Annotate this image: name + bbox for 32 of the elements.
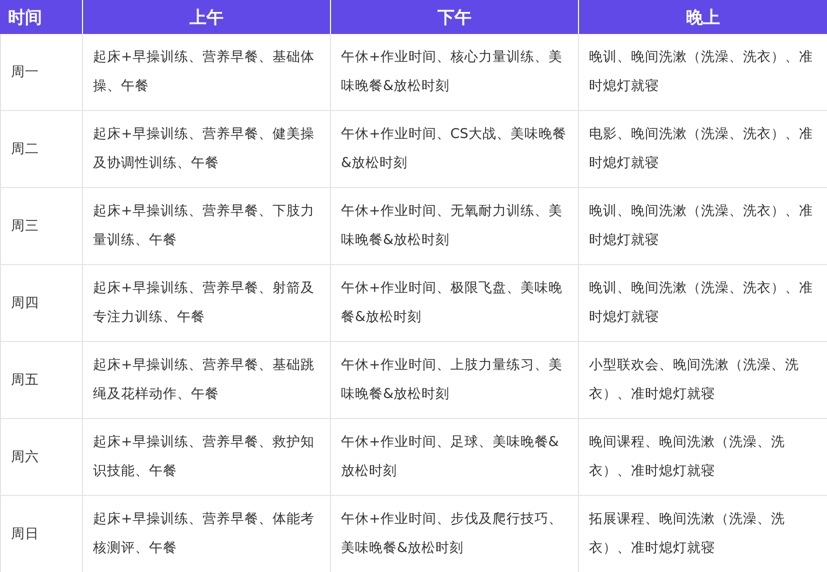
table-cell: 起床+早操训练、营养早餐、健美操及协调性训练、午餐 [82, 111, 330, 188]
table-cell: 周二 [0, 111, 82, 188]
table-cell: 午休+作业时间、无氧耐力训练、美味晚餐&放松时刻 [330, 188, 578, 265]
table-cell: 起床+早操训练、营养早餐、基础跳绳及花样动作、午餐 [82, 342, 330, 419]
table-cell: 晚间课程、晚间洗漱（洗澡、洗衣）、准时熄灯就寝 [578, 419, 827, 496]
column-header: 下午 [330, 0, 578, 34]
table-cell: 拓展课程、晚间洗漱（洗澡、洗衣）、准时熄灯就寝 [578, 496, 827, 572]
table-cell: 午休+作业时间、足球、美味晚餐&放松时刻 [330, 419, 578, 496]
column-header: 晚上 [578, 0, 827, 34]
table-cell: 周三 [0, 188, 82, 265]
table-cell: 周五 [0, 342, 82, 419]
table-cell: 起床+早操训练、营养早餐、救护知识技能、午餐 [82, 419, 330, 496]
table-cell: 小型联欢会、晚间洗漱（洗澡、洗衣）、准时熄灯就寝 [578, 342, 827, 419]
table-cell: 晚训、晚间洗漱（洗澡、洗衣）、准时熄灯就寝 [578, 188, 827, 265]
table-cell: 午休+作业时间、极限飞盘、美味晚餐&放松时刻 [330, 265, 578, 342]
table-cell: 周一 [0, 34, 82, 111]
table-cell: 起床+早操训练、营养早餐、下肢力量训练、午餐 [82, 188, 330, 265]
table-cell: 午休+作业时间、上肢力量练习、美味晚餐&放松时刻 [330, 342, 578, 419]
table-cell: 晚训、晚间洗漱（洗澡、洗衣）、准时熄灯就寝 [578, 265, 827, 342]
table-cell: 周四 [0, 265, 82, 342]
column-header: 上午 [82, 0, 330, 34]
table-cell: 起床+早操训练、营养早餐、基础体操、午餐 [82, 34, 330, 111]
table-cell: 午休+作业时间、CS大战、美味晚餐&放松时刻 [330, 111, 578, 188]
table-cell: 午休+作业时间、核心力量训练、美味晚餐&放松时刻 [330, 34, 578, 111]
column-header: 时间 [0, 0, 82, 34]
table-cell: 电影、晚间洗漱（洗澡、洗衣）、准时熄灯就寝 [578, 111, 827, 188]
table-cell: 起床+早操训练、营养早餐、射箭及专注力训练、午餐 [82, 265, 330, 342]
table-cell: 午休+作业时间、步伐及爬行技巧、美味晚餐&放松时刻 [330, 496, 578, 572]
table-cell: 起床+早操训练、营养早餐、体能考核测评、午餐 [82, 496, 330, 572]
table-cell: 周日 [0, 496, 82, 572]
table-cell: 晚训、晚间洗漱（洗澡、洗衣）、准时熄灯就寝 [578, 34, 827, 111]
table-cell: 周六 [0, 419, 82, 496]
